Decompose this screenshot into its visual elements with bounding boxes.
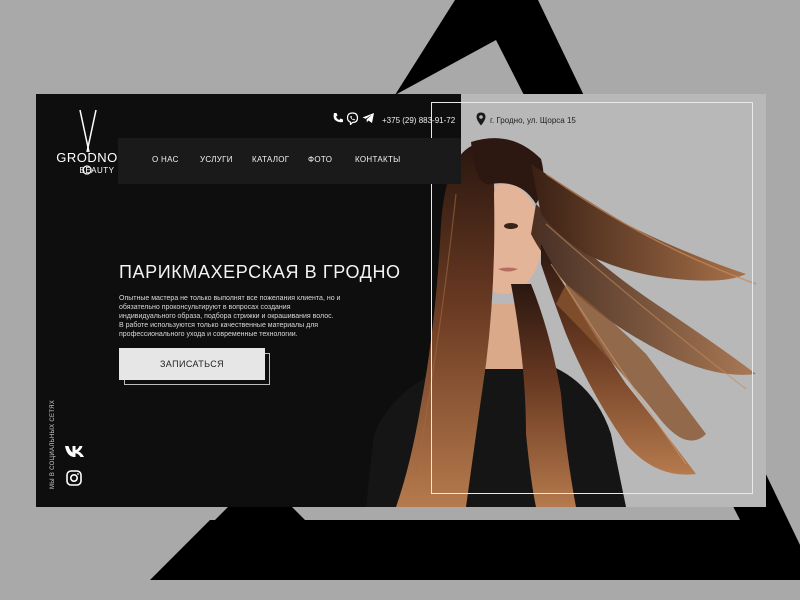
hero-description-line: обязательно проконсультируют в вопросах … [119, 304, 291, 311]
hero-description-line: В работе используются только качественны… [119, 322, 319, 329]
vk-icon[interactable] [64, 444, 86, 458]
location-pin-icon [476, 112, 486, 126]
landing-page-window: GRODNO BEAUTY О НАС УСЛУГИ КАТАЛОГ ФОТО … [36, 94, 766, 507]
telegram-icon[interactable] [362, 112, 375, 124]
nav-item-services[interactable]: УСЛУГИ [200, 155, 233, 164]
social-networks-label: МЫ В СОЦИАЛЬНЫХ СЕТЯХ [50, 399, 56, 489]
logo[interactable]: GRODNO BEAUTY [56, 108, 118, 184]
book-appointment-button[interactable]: ЗАПИСАТЬСЯ [119, 348, 265, 380]
address-text: г. Гродно, ул. Щорса 15 [490, 116, 576, 125]
hero-description: Опытные мастера не только выполнят все п… [119, 294, 369, 339]
main-navigation: О НАС УСЛУГИ КАТАЛОГ ФОТО КОНТАКТЫ [118, 138, 461, 184]
hero-description-line: индивидуального образа, подбора стрижки … [119, 313, 334, 320]
logo-word-grodno: GRODNO [56, 150, 118, 165]
nav-item-photo[interactable]: ФОТО [308, 155, 332, 164]
nav-item-catalog[interactable]: КАТАЛОГ [252, 155, 289, 164]
phone-number[interactable]: +375 (29) 883-91-72 [382, 116, 455, 125]
nav-item-contacts[interactable]: КОНТАКТЫ [355, 155, 401, 164]
hero-title: ПАРИКМАХЕРСКАЯ В ГРОДНО [119, 262, 401, 282]
instagram-icon[interactable] [66, 470, 82, 486]
hero-portrait-image [366, 138, 757, 507]
viber-icon[interactable] [346, 112, 359, 125]
phone-icon[interactable] [332, 112, 344, 124]
logo-word-beauty: BEAUTY [79, 166, 115, 175]
hero-description-line: профессионального ухода и современные те… [119, 331, 298, 338]
nav-item-about[interactable]: О НАС [152, 155, 179, 164]
hero-description-line: Опытные мастера не только выполнят все п… [119, 295, 341, 302]
